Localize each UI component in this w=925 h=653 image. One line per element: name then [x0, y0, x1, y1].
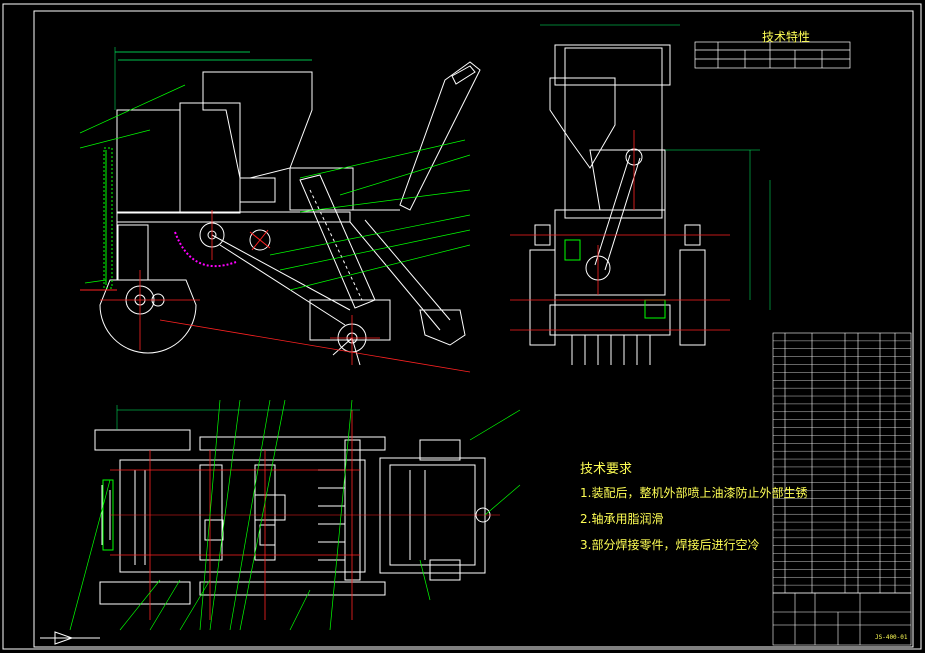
tech-spec-title: 技术特性 [762, 30, 811, 44]
drawing-number: JS-400-01 [875, 634, 908, 641]
requirement-3: 3.部分焊接零件，焊接后进行空冷 [580, 538, 760, 552]
requirement-2: 2.轴承用脂润滑 [580, 512, 664, 526]
tech-requirements-title: 技术要求 [580, 462, 633, 477]
front-view [79, 47, 481, 373]
requirement-1: 1.装配后，整机外部喷上油漆防止外部生锈 [580, 486, 808, 500]
top-view [40, 399, 521, 645]
tech-spec-table [694, 41, 851, 69]
side-view [510, 24, 771, 365]
tech-requirements: 技术要求 1.装配后，整机外部喷上油漆防止外部生锈 2.轴承用脂润滑 3.部分焊… [580, 458, 807, 562]
